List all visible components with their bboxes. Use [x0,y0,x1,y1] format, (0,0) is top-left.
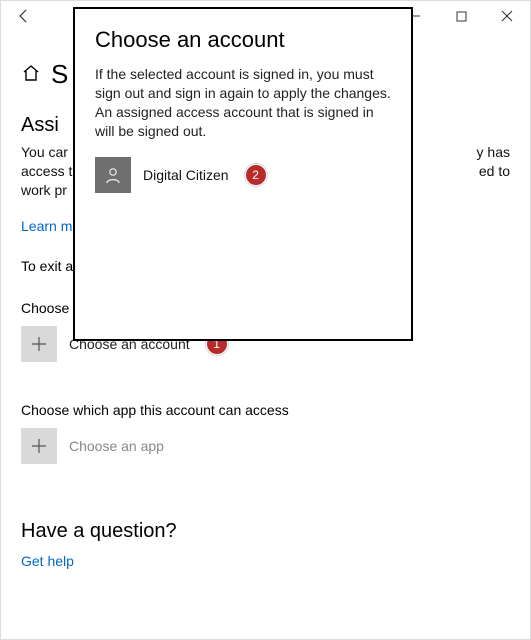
have-question-heading: Have a question? [21,520,510,543]
choose-app-prompt: Choose which app this account can access [21,402,510,418]
maximize-button[interactable] [438,1,484,31]
plus-icon [21,428,57,464]
person-icon [95,157,131,193]
get-help-link[interactable]: Get help [21,553,74,569]
settings-window: S Assi You car y has access t ed to work… [0,0,531,640]
choose-account-modal: Choose an account If the selected accoun… [73,7,413,341]
desc-frag-2b: ed to [479,162,510,181]
page-title: S [51,59,68,90]
plus-icon [21,326,57,362]
back-button[interactable] [1,1,47,31]
choose-app-label: Choose an app [69,438,164,454]
annotation-badge-2: 2 [245,164,267,186]
choose-app-row[interactable]: Choose an app [21,428,510,464]
titlebar-left [1,1,47,31]
home-icon[interactable] [21,63,41,86]
close-button[interactable] [484,1,530,31]
desc-frag-1b: y has [477,143,510,162]
modal-title: Choose an account [95,27,391,53]
desc-frag-3: work pr [21,182,67,198]
desc-frag-2: access t [21,163,72,179]
modal-description: If the selected account is signed in, yo… [95,65,391,141]
account-option[interactable]: Digital Citizen 2 [95,157,391,193]
desc-frag-1: You car [21,144,68,160]
learn-more-link[interactable]: Learn m [21,218,72,234]
account-name: Digital Citizen [143,167,229,183]
